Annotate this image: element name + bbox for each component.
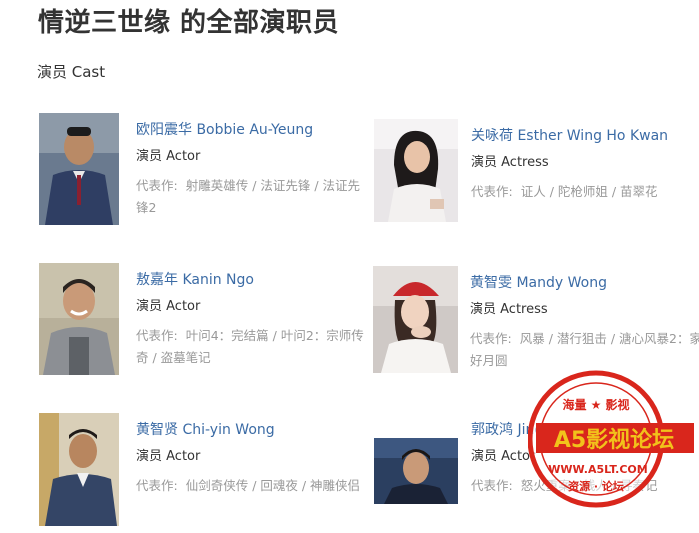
representative-works: 代表作: 证人 / 陀枪师姐 / 苗翠花 xyxy=(471,181,699,203)
representative-works: 代表作: 风暴 / 潜行狙击 / 溏心风暴2：家好月圆 xyxy=(470,328,699,372)
actor-role: 演员 Actor xyxy=(136,299,201,314)
actor-photo[interactable] xyxy=(39,113,119,225)
cast-card: 敖嘉年 Kanin Ngo 演员 Actor 代表作: 叶问4：完结篇 / 叶问2… xyxy=(39,263,369,383)
works-label: 代表作: xyxy=(471,184,513,199)
works-label: 代表作: xyxy=(136,328,178,343)
representative-works: 代表作: 射雕英雄传 / 法证先锋 / 法证先锋2 xyxy=(136,175,371,219)
actor-role: 演员 Actress xyxy=(471,155,549,170)
works-label: 代表作: xyxy=(136,478,178,493)
works-links[interactable]: 证人 / 陀枪师姐 / 苗翠花 xyxy=(521,184,658,199)
works-label: 代表作: xyxy=(136,178,178,193)
actor-name-link[interactable]: 黄智贤 Chi-yin Wong xyxy=(136,420,371,440)
actor-name-link[interactable]: 欧阳震华 Bobbie Au-Yeung xyxy=(136,120,371,140)
works-links[interactable]: 怒火重案 / 线人 / 寻秦记 xyxy=(521,478,658,493)
representative-works: 代表作: 怒火重案 / 线人 / 寻秦记 xyxy=(471,475,699,497)
actor-name-link[interactable]: 关咏荷 Esther Wing Ho Kwan xyxy=(471,126,699,146)
works-label: 代表作: xyxy=(470,331,512,346)
cast-card: 郭政鸿 Jing-hung Kwok 演员 Actor 代表作: 怒火重案 / 线… xyxy=(374,413,699,533)
actor-role: 演员 Actor xyxy=(471,449,536,464)
page-title: 情逆三世缘 的全部演职员 xyxy=(38,8,340,38)
actor-name-link[interactable]: 郭政鸿 Jing-hung Kwok xyxy=(471,420,699,440)
cast-card: 关咏荷 Esther Wing Ho Kwan 演员 Actress 代表作: 证… xyxy=(374,119,699,239)
representative-works: 代表作: 仙剑奇侠传 / 回魂夜 / 神雕侠侣 xyxy=(136,475,371,497)
actor-name-link[interactable]: 敖嘉年 Kanin Ngo xyxy=(136,270,371,290)
section-label: 演员 Cast xyxy=(37,63,106,81)
works-label: 代表作: xyxy=(471,478,513,493)
cast-card: 黄智雯 Mandy Wong 演员 Actress 代表作: 风暴 / 潜行狙击 … xyxy=(373,266,699,386)
actor-role: 演员 Actor xyxy=(136,149,201,164)
actor-role: 演员 Actor xyxy=(136,449,201,464)
representative-works: 代表作: 叶问4：完结篇 / 叶问2：宗师传奇 / 盗墓笔记 xyxy=(136,325,371,369)
cast-card: 欧阳震华 Bobbie Au-Yeung 演员 Actor 代表作: 射雕英雄传 … xyxy=(39,113,369,233)
actor-role: 演员 Actress xyxy=(470,302,548,317)
cast-card: 黄智贤 Chi-yin Wong 演员 Actor 代表作: 仙剑奇侠传 / 回魂… xyxy=(39,413,369,533)
actor-photo[interactable] xyxy=(39,413,119,526)
actor-photo[interactable] xyxy=(373,266,458,373)
svg-text:海量 ★ 影视: 海量 ★ 影视 xyxy=(562,397,629,412)
actor-photo[interactable] xyxy=(374,438,458,504)
actor-photo[interactable] xyxy=(374,119,458,222)
works-links[interactable]: 仙剑奇侠传 / 回魂夜 / 神雕侠侣 xyxy=(186,478,360,493)
actor-photo[interactable] xyxy=(39,263,119,375)
actor-name-link[interactable]: 黄智雯 Mandy Wong xyxy=(470,273,699,293)
